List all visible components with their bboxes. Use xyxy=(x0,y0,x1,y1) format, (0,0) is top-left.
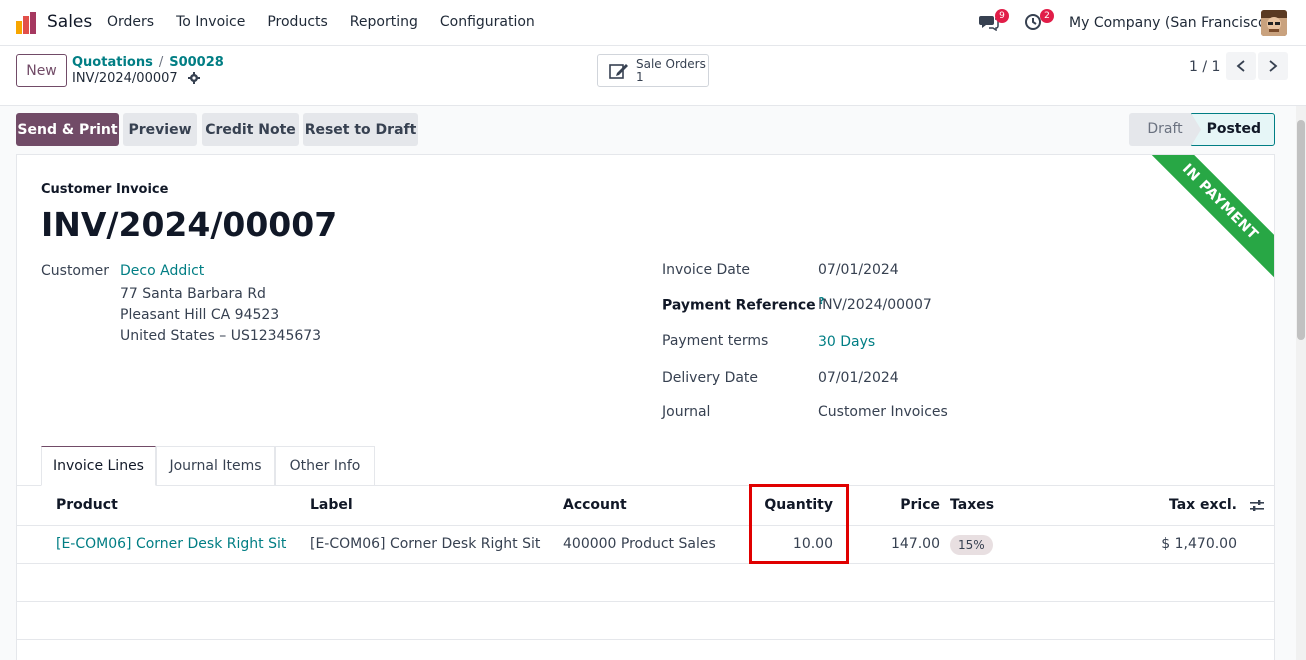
activities-badge: 2 xyxy=(1040,9,1054,23)
column-label[interactable]: Label xyxy=(310,497,353,513)
row-account[interactable]: 400000 Product Sales xyxy=(563,536,716,552)
row-product-link[interactable]: [E-COM06] Corner Desk Right Sit xyxy=(56,536,286,552)
breadcrumb-quotations[interactable]: Quotations xyxy=(72,55,153,70)
column-account[interactable]: Account xyxy=(563,497,627,513)
row-tax-tag[interactable]: 15% xyxy=(950,535,993,555)
invoice-date-value: 07/01/2024 xyxy=(818,262,899,278)
action-bar: Send & Print Preview Credit Note Reset t… xyxy=(0,106,1306,154)
payment-terms-link[interactable]: 30 Days xyxy=(818,334,875,350)
chevron-left-icon xyxy=(1236,60,1245,72)
scrollbar-thumb[interactable] xyxy=(1297,120,1305,340)
invoice-form-sheet: IN PAYMENT Customer Invoice INV/2024/000… xyxy=(16,154,1275,660)
payment-reference-label-text: Payment Reference xyxy=(662,297,816,314)
activities-button[interactable]: 2 xyxy=(1024,9,1054,33)
messages-badge: 9 xyxy=(995,9,1009,23)
pager-previous-button[interactable] xyxy=(1226,52,1256,80)
invoice-date-label: Invoice Date xyxy=(662,262,750,278)
invoice-lines-header: Product Label Account Quantity Price Tax… xyxy=(17,486,1274,526)
page-scrollbar[interactable] xyxy=(1296,106,1306,660)
smart-button-label: Sale Orders xyxy=(636,57,706,71)
empty-table-row[interactable] xyxy=(17,564,1274,602)
company-switcher[interactable]: My Company (San Francisco) xyxy=(1069,15,1272,31)
customer-address-line-1: 77 Santa Barbara Rd xyxy=(120,286,266,302)
pager-value[interactable]: 1 / 1 xyxy=(1189,59,1220,75)
payment-reference-label: Payment Reference? xyxy=(662,296,824,314)
row-quantity[interactable]: 10.00 xyxy=(757,536,833,552)
customer-name-link[interactable]: Deco Addict xyxy=(120,263,204,279)
column-taxes[interactable]: Taxes xyxy=(950,497,994,513)
smart-button-count: 1 xyxy=(636,70,644,84)
avatar-icon xyxy=(1261,10,1287,36)
document-type: Customer Invoice xyxy=(41,182,169,197)
delivery-date-label: Delivery Date xyxy=(662,370,759,386)
customer-label: Customer xyxy=(41,263,110,279)
breadcrumb-order[interactable]: S00028 xyxy=(169,55,224,70)
status-posted[interactable]: Posted xyxy=(1191,113,1275,146)
tab-journal-items[interactable]: Journal Items xyxy=(156,446,275,486)
messages-button[interactable]: 9 xyxy=(979,9,1009,33)
tab-other-info[interactable]: Other Info xyxy=(275,446,375,486)
menu-products[interactable]: Products xyxy=(267,14,327,30)
column-tax-excl[interactable]: Tax excl. xyxy=(1137,497,1237,513)
row-label[interactable]: [E-COM06] Corner Desk Right Sit xyxy=(310,536,540,552)
status-bar: Draft Posted xyxy=(1129,113,1275,146)
payment-terms-label: Payment terms xyxy=(662,333,769,349)
row-tax-excl: $ 1,470.00 xyxy=(1161,536,1237,552)
table-row[interactable]: [E-COM06] Corner Desk Right Sit [E-COM06… xyxy=(17,526,1274,564)
invoice-number: INV/2024/00007 xyxy=(41,205,338,244)
main-menu: Orders To Invoice Products Reporting Con… xyxy=(107,14,557,30)
tab-invoice-lines[interactable]: Invoice Lines xyxy=(41,446,156,486)
row-price[interactable]: 147.00 xyxy=(877,536,940,552)
breadcrumb-separator: / xyxy=(158,55,164,70)
journal-value: Customer Invoices xyxy=(818,404,948,420)
journal-label: Journal xyxy=(662,404,711,420)
payment-reference-value: INV/2024/00007 xyxy=(818,297,932,313)
reset-to-draft-button[interactable]: Reset to Draft xyxy=(303,113,418,146)
delivery-date-value: 07/01/2024 xyxy=(818,370,899,386)
menu-to-invoice[interactable]: To Invoice xyxy=(176,14,245,30)
column-product[interactable]: Product xyxy=(56,497,118,513)
user-avatar[interactable] xyxy=(1261,10,1287,36)
optional-columns-icon[interactable] xyxy=(1250,499,1264,513)
empty-table-row[interactable] xyxy=(17,602,1274,640)
record-name-text: INV/2024/00007 xyxy=(72,71,178,86)
credit-note-button[interactable]: Credit Note xyxy=(202,113,299,146)
edit-document-icon xyxy=(609,64,628,79)
pager-next-button[interactable] xyxy=(1258,52,1288,80)
new-button[interactable]: New xyxy=(16,54,67,87)
menu-configuration[interactable]: Configuration xyxy=(440,14,535,30)
breadcrumb: Quotations / S00028 xyxy=(72,55,224,70)
sales-app-logo-icon[interactable] xyxy=(16,12,38,34)
sale-orders-smart-button[interactable]: Sale Orders 1 xyxy=(597,54,709,87)
preview-button[interactable]: Preview xyxy=(123,113,197,146)
column-price[interactable]: Price xyxy=(877,497,940,513)
record-name: INV/2024/00007 xyxy=(72,71,200,86)
customer-address-line-3: United States – US12345673 xyxy=(120,328,322,344)
chevron-right-icon xyxy=(1269,60,1278,72)
column-quantity[interactable]: Quantity xyxy=(757,497,833,513)
customer-address-line-2: Pleasant Hill CA 94523 xyxy=(120,307,280,323)
send-print-button[interactable]: Send & Print xyxy=(16,113,119,146)
status-draft[interactable]: Draft xyxy=(1129,113,1201,146)
control-panel: New Quotations / S00028 INV/2024/00007 Sal… xyxy=(0,46,1306,106)
payment-status-ribbon: IN PAYMENT xyxy=(1138,155,1274,284)
app-name[interactable]: Sales xyxy=(47,12,92,32)
menu-orders[interactable]: Orders xyxy=(107,14,154,30)
top-navbar: Sales Orders To Invoice Products Reporti… xyxy=(0,0,1306,46)
gear-icon[interactable] xyxy=(187,72,200,84)
menu-reporting[interactable]: Reporting xyxy=(350,14,418,30)
